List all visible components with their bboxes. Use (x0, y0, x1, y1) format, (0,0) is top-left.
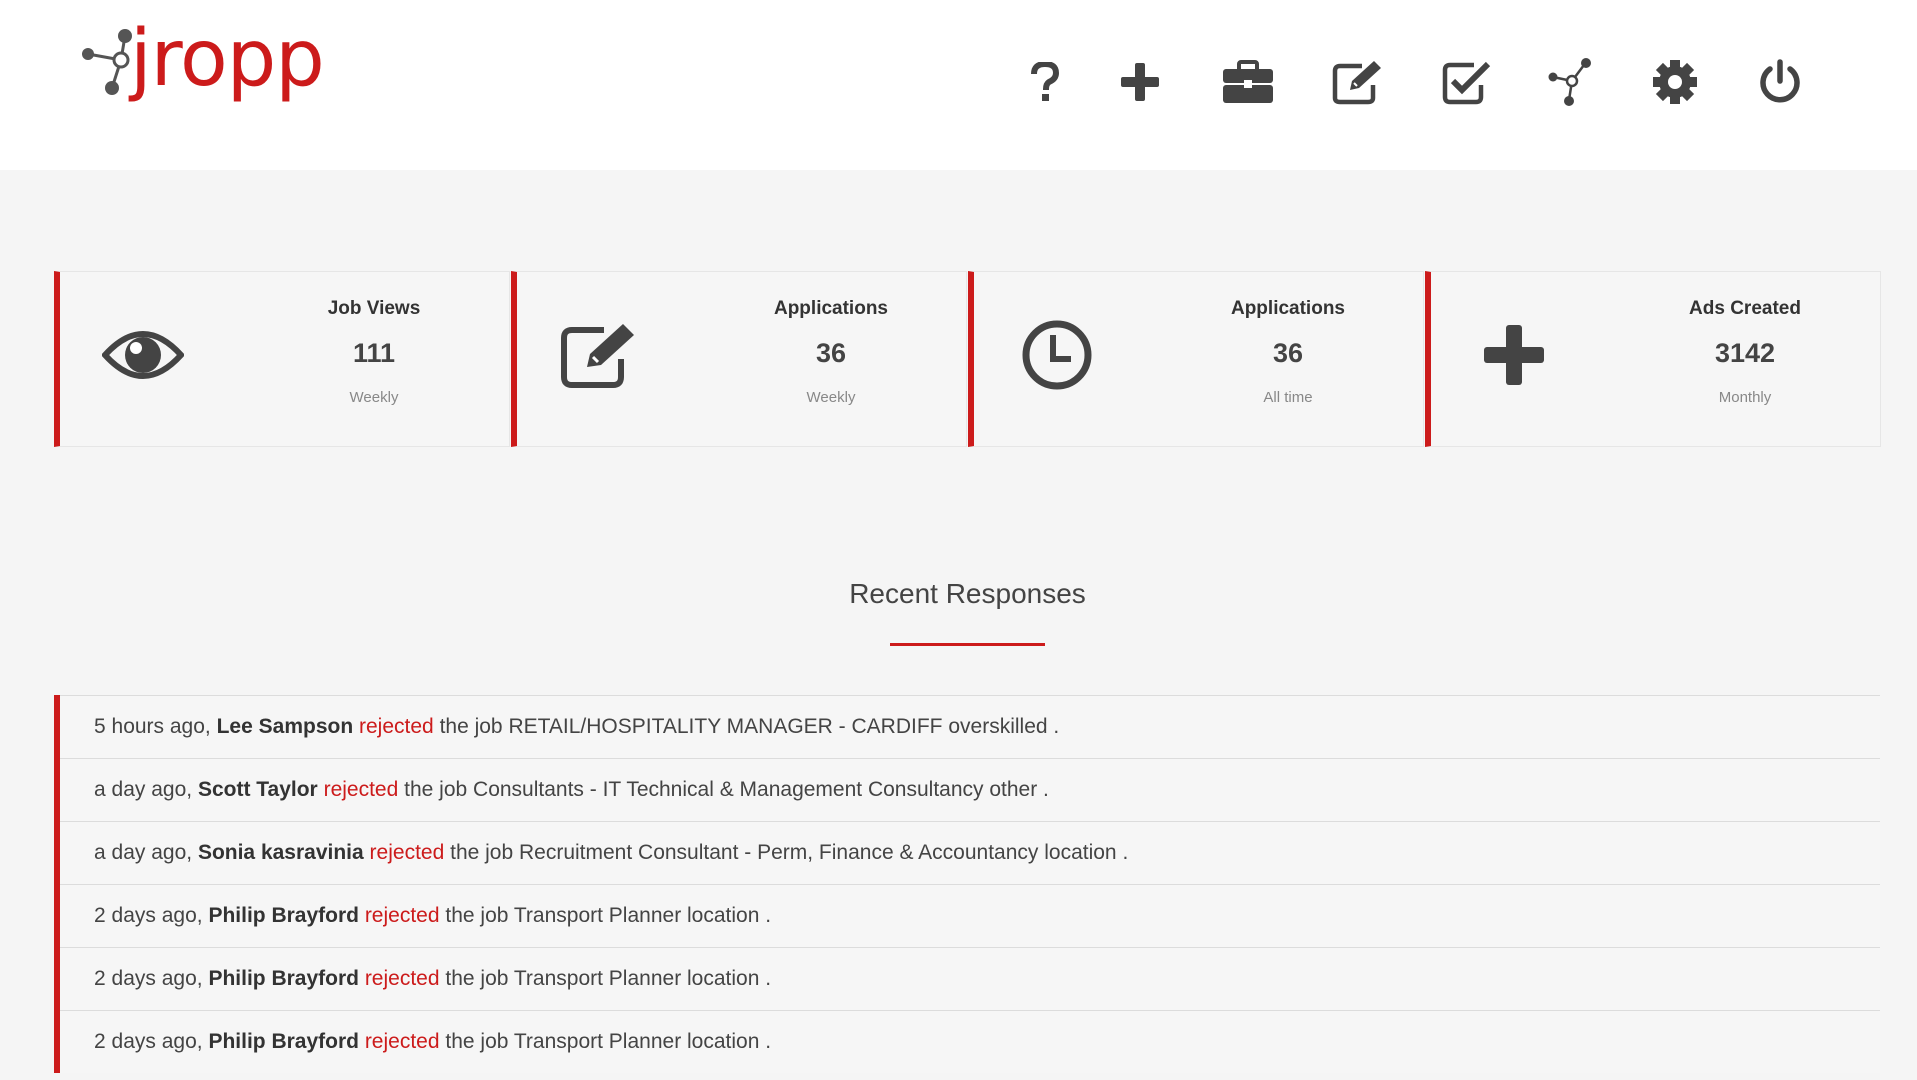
list-item[interactable]: 2 days ago, Philip Brayford rejected the… (60, 1010, 1880, 1073)
response-job: the job Recruitment Consultant - Perm, F… (450, 841, 1129, 864)
edit-icon (561, 324, 634, 388)
clock-icon (1022, 320, 1092, 390)
section-title: Recent Responses (849, 578, 1086, 609)
response-job: the job RETAIL/HOSPITALITY MANAGER - CAR… (439, 715, 1060, 738)
header: jropp (0, 0, 1917, 170)
add-icon (1121, 63, 1159, 101)
section-divider (890, 643, 1045, 646)
power-icon (1760, 59, 1800, 103)
network-logo-icon (82, 29, 132, 95)
response-name[interactable]: Sonia kasravinia (198, 841, 364, 865)
edit-icon (1332, 61, 1381, 105)
plus-icon (1484, 325, 1544, 385)
help-icon (1031, 62, 1060, 101)
response-time: 5 hours ago, (94, 715, 211, 738)
recent-responses-list: 5 hours ago, Lee Sampson rejected the jo… (54, 695, 1880, 1073)
stats-row: Job Views 111 Weekly Applications 36 Wee… (54, 271, 1881, 447)
stat-period: Monthly (1718, 389, 1772, 406)
stat-title: Ads Created (1689, 298, 1801, 319)
edit-button[interactable] (1328, 52, 1388, 112)
response-time: a day ago, (94, 841, 193, 864)
checkbox-icon (1442, 61, 1491, 105)
logo-text: jropp (130, 14, 325, 104)
logo[interactable]: jropp (78, 20, 325, 116)
response-time: a day ago, (94, 778, 193, 801)
response-time: 2 days ago, (94, 1030, 203, 1053)
response-action: rejected (369, 841, 445, 864)
response-action: rejected (323, 778, 399, 801)
list-item[interactable]: 2 days ago, Philip Brayford rejected the… (60, 884, 1880, 947)
stat-value: 3142 (1714, 338, 1776, 368)
approve-button[interactable] (1437, 52, 1497, 112)
stat-value: 36 (1272, 338, 1304, 368)
response-job: the job Transport Planner location . (445, 904, 772, 927)
response-time: 2 days ago, (94, 967, 203, 990)
stat-card-applications-all-time[interactable]: Applications 36 All time (968, 271, 1424, 447)
logout-button[interactable] (1750, 52, 1810, 112)
stat-title: Applications (773, 298, 888, 319)
eye-icon (102, 331, 184, 379)
response-job: the job Transport Planner location . (445, 1030, 772, 1053)
stat-card-job-views[interactable]: Job Views 111 Weekly (54, 271, 510, 447)
response-action: rejected (359, 715, 434, 738)
help-button[interactable] (1015, 52, 1075, 112)
response-time: 2 days ago, (94, 904, 203, 927)
stat-value: 36 (815, 338, 847, 368)
settings-button[interactable] (1645, 52, 1705, 112)
stat-period: Weekly (349, 389, 399, 406)
response-action: rejected (364, 967, 440, 990)
response-name[interactable]: Philip Brayford (208, 967, 359, 991)
stat-card-applications-weekly[interactable]: Applications 36 Weekly (511, 271, 967, 447)
response-name[interactable]: Philip Brayford (208, 1030, 359, 1054)
response-name[interactable]: Scott Taylor (198, 778, 318, 802)
add-button[interactable] (1110, 52, 1170, 112)
network-icon (1548, 58, 1591, 106)
stat-card-ads-created[interactable]: Ads Created 3142 Monthly (1425, 271, 1881, 447)
response-name[interactable]: Lee Sampson (217, 715, 354, 739)
response-job: the job Consultants - IT Technical & Man… (404, 778, 1049, 801)
response-name[interactable]: Philip Brayford (208, 904, 359, 928)
response-action: rejected (364, 1030, 440, 1053)
stat-period: All time (1263, 389, 1313, 406)
briefcase-icon (1223, 60, 1273, 103)
response-action: rejected (364, 904, 440, 927)
network-button[interactable] (1542, 52, 1602, 112)
list-item[interactable]: 2 days ago, Philip Brayford rejected the… (60, 947, 1880, 1010)
list-item[interactable]: a day ago, Sonia kasravinia rejected the… (60, 821, 1880, 884)
gear-icon (1653, 60, 1697, 104)
response-job: the job Transport Planner location . (445, 967, 772, 990)
stat-title: Applications (1230, 298, 1345, 319)
stat-period: Weekly (806, 389, 856, 406)
stat-value: 111 (352, 338, 396, 368)
list-item[interactable]: a day ago, Scott Taylor rejected the job… (60, 758, 1880, 821)
stat-title: Job Views (327, 298, 421, 319)
jobs-button[interactable] (1218, 52, 1278, 112)
list-item[interactable]: 5 hours ago, Lee Sampson rejected the jo… (60, 695, 1880, 758)
